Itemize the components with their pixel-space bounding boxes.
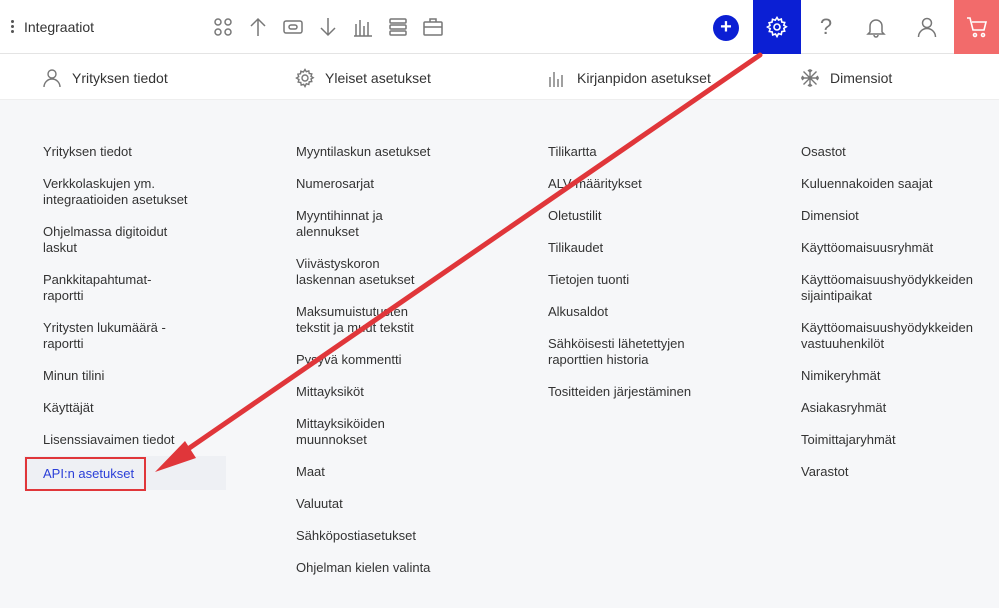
column-company: Yrityksen tiedot Verkkolaskujen ym. inte…	[43, 144, 203, 464]
list-item[interactable]: Oletustilit	[548, 208, 698, 224]
payment-icon[interactable]	[282, 16, 304, 38]
menu-dots-icon[interactable]	[11, 20, 15, 34]
section-company[interactable]: Yrityksen tiedot	[42, 68, 168, 88]
list-item[interactable]: Pysyvä kommentti	[296, 352, 446, 368]
upload-icon[interactable]	[247, 16, 269, 38]
list-item[interactable]: ALV-määritykset	[548, 176, 698, 192]
list-item[interactable]: Maksumuistutusten tekstit ja muut teksti…	[296, 304, 421, 336]
list-item[interactable]: Tositteiden järjestäminen	[548, 384, 698, 400]
help-icon[interactable]: ?	[803, 0, 849, 54]
list-item[interactable]: Valuutat	[296, 496, 446, 512]
list-item[interactable]: Tilikartta	[548, 144, 698, 160]
list-item[interactable]: Nimikeryhmät	[801, 368, 986, 384]
list-item[interactable]: Alkusaldot	[548, 304, 698, 320]
list-item[interactable]: Myyntilaskun asetukset	[296, 144, 446, 160]
snowflake-icon	[801, 69, 819, 87]
list-item[interactable]: Varastot	[801, 464, 986, 480]
list-item[interactable]: Tietojen tuonti	[548, 272, 698, 288]
list-item[interactable]: Mittayksiköt	[296, 384, 446, 400]
list-item[interactable]: Pankkitapahtumat-raportti	[43, 272, 158, 304]
section-dimensions[interactable]: Dimensiot	[800, 68, 892, 88]
list-item[interactable]: Sähköisesti lähetettyjen raporttien hist…	[548, 336, 693, 368]
list-item[interactable]: Ohjelmassa digitoidut laskut	[43, 224, 173, 256]
list-item[interactable]: Mittayksiköiden muunnokset	[296, 416, 396, 448]
list-item[interactable]: Tilikaudet	[548, 240, 698, 256]
gear-icon	[766, 16, 788, 38]
list-item[interactable]: Käyttöomaisuushyödykkeiden vastuuhenkilö…	[801, 320, 981, 352]
list-item[interactable]: Käyttöomaisuushyödykkeiden sijaintipaika…	[801, 272, 981, 304]
list-item[interactable]: Käyttöomaisuusryhmät	[801, 240, 986, 256]
add-button[interactable]: +	[713, 15, 739, 41]
list-icon[interactable]	[387, 16, 409, 38]
user-icon	[43, 69, 61, 88]
briefcase-icon[interactable]	[422, 16, 444, 38]
api-settings-link[interactable]: API:n asetukset	[43, 466, 134, 481]
list-item[interactable]: Kuluennakoiden saajat	[801, 176, 986, 192]
list-item[interactable]: Minun tilini	[43, 368, 203, 384]
column-accounting: Tilikartta ALV-määritykset Oletustilit T…	[548, 144, 698, 416]
list-item[interactable]: Sähköpostiasetukset	[296, 528, 446, 544]
list-item[interactable]: Yrityksen tiedot	[43, 144, 203, 160]
list-item[interactable]: Lisenssiavaimen tiedot	[43, 432, 203, 448]
list-item[interactable]: Numerosarjat	[296, 176, 446, 192]
column-dimensions: Osastot Kuluennakoiden saajat Dimensiot …	[801, 144, 986, 496]
list-item[interactable]: Maat	[296, 464, 446, 480]
download-icon[interactable]	[317, 16, 339, 38]
chart-icon	[549, 72, 563, 87]
bell-icon[interactable]	[853, 0, 899, 54]
list-item[interactable]: Myyntihinnat ja alennukset	[296, 208, 396, 240]
chart-icon[interactable]	[352, 16, 374, 38]
cart-icon	[966, 17, 987, 38]
app-title: Integraatiot	[24, 19, 95, 35]
list-item[interactable]: Osastot	[801, 144, 986, 160]
section-accounting[interactable]: Kirjanpidon asetukset	[547, 68, 711, 88]
list-item[interactable]: Ohjelman kielen valinta	[296, 560, 446, 576]
list-item[interactable]: Yritysten lukumäärä -raportti	[43, 320, 168, 352]
list-item[interactable]: Viivästyskoron laskennan asetukset	[296, 256, 441, 288]
cart-button[interactable]	[954, 0, 999, 54]
list-item[interactable]: Dimensiot	[801, 208, 986, 224]
list-item[interactable]: Käyttäjät	[43, 400, 203, 416]
settings-button[interactable]	[753, 0, 801, 54]
apps-icon[interactable]	[212, 16, 234, 38]
section-bar: Yrityksen tiedot Yleiset asetukset Kirja…	[0, 54, 999, 100]
settings-content: Yrityksen tiedot Verkkolaskujen ym. inte…	[0, 100, 999, 608]
user-icon[interactable]	[904, 0, 950, 54]
column-general: Myyntilaskun asetukset Numerosarjat Myyn…	[296, 144, 446, 592]
list-item[interactable]: Verkkolaskujen ym. integraatioiden asetu…	[43, 176, 193, 208]
gear-icon	[295, 68, 315, 88]
section-general[interactable]: Yleiset asetukset	[295, 68, 431, 88]
top-bar: Integraatiot + ?	[0, 0, 999, 54]
list-item[interactable]: Toimittajaryhmät	[801, 432, 986, 448]
list-item[interactable]: Asiakasryhmät	[801, 400, 986, 416]
